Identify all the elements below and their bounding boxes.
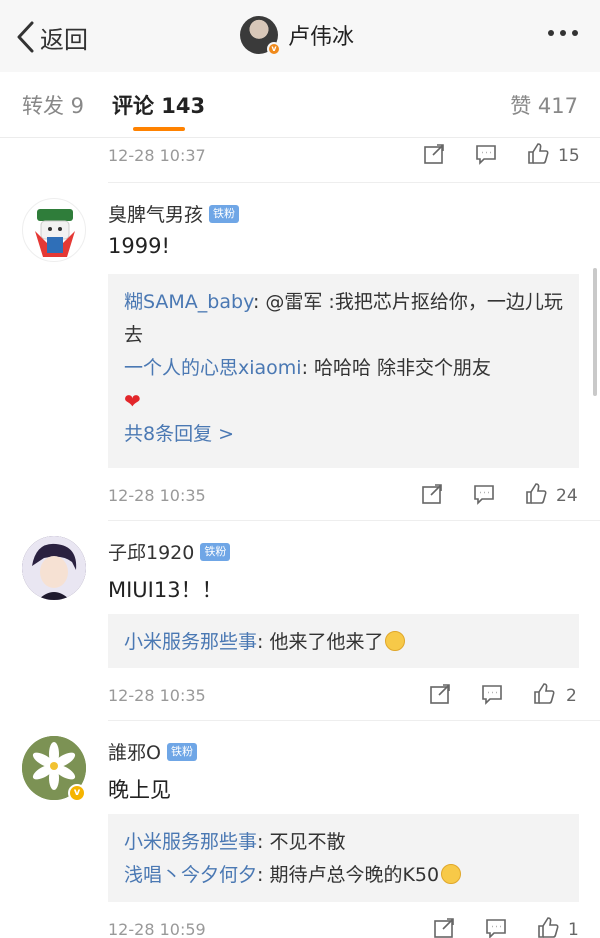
- reply-thread[interactable]: 糊SAMA_baby: @雷军 :我把芯片抠给你，一边儿玩去 一个人的心思xia…: [108, 274, 579, 468]
- reply-button[interactable]: [484, 916, 508, 938]
- top-nav-bar: 返回 v 卢伟冰: [0, 0, 600, 72]
- mitu-avatar-image: [35, 209, 75, 257]
- more-replies-link[interactable]: 共8条回复 >: [124, 418, 563, 451]
- active-tab-indicator: [133, 127, 185, 131]
- like-button[interactable]: [526, 142, 550, 170]
- reply-button[interactable]: [480, 682, 504, 710]
- scrollbar[interactable]: [593, 268, 597, 396]
- comment-text: MIUI13！！: [108, 578, 223, 602]
- username-text: 誰邪O: [108, 742, 161, 764]
- like-count: 15: [558, 146, 580, 166]
- reply-item[interactable]: 一个人的心思xiaomi: 哈哈哈 除非交个朋友: [124, 352, 563, 385]
- reply-text: : 期待卢总今晚的K50: [257, 864, 440, 886]
- comment-username[interactable]: 臭脾气男孩 铁粉: [108, 200, 240, 227]
- comment-meta-row: 12-28 10:59 1: [0, 912, 600, 938]
- reply-author[interactable]: 浅唱丶今夕何夕: [124, 864, 257, 886]
- share-icon: [430, 684, 450, 704]
- comment-username[interactable]: 子邱1920 铁粉: [108, 538, 231, 565]
- comment-timestamp: 12-28 10:35: [108, 486, 206, 505]
- comment-meta-row: 12-28 10:37 15: [0, 138, 600, 182]
- more-dots-icon: [572, 30, 578, 36]
- comment-icon: [486, 919, 506, 938]
- reply-text: : 不见不散: [257, 831, 346, 853]
- divider: [108, 520, 600, 521]
- comment-text: 晚上见: [108, 778, 171, 802]
- reply-thread[interactable]: 小米服务那些事: 他来了他来了: [108, 614, 579, 668]
- like-count: 1: [568, 920, 579, 938]
- share-icon: [422, 484, 442, 504]
- comment-icon: [474, 485, 494, 505]
- reply-author[interactable]: 小米服务那些事: [124, 631, 257, 653]
- comment-timestamp: 12-28 10:59: [108, 920, 206, 938]
- back-label: 返回: [40, 25, 88, 54]
- username-text: 臭脾气男孩: [108, 204, 204, 226]
- comment-timestamp: 12-28 10:37: [108, 146, 206, 165]
- tab-bar: 转发 9 评论 143 赞 417: [0, 72, 600, 138]
- tab-comments[interactable]: 评论 143: [112, 90, 205, 120]
- comment-meta-row: 12-28 10:35 2: [0, 678, 600, 722]
- more-dots-icon: [548, 30, 554, 36]
- share-button[interactable]: [432, 916, 456, 938]
- verified-icon: v: [267, 42, 281, 56]
- doge-emoji-icon: [441, 864, 462, 884]
- reply-button[interactable]: [474, 142, 498, 170]
- heart-icon: ❤: [124, 389, 141, 413]
- like-count: 2: [566, 686, 577, 706]
- share-icon: [434, 918, 454, 938]
- fan-badge: 铁粉: [166, 742, 197, 761]
- avatar[interactable]: [22, 536, 86, 600]
- reply-item[interactable]: 小米服务那些事: 不见不散: [124, 826, 563, 859]
- reply-button[interactable]: [472, 482, 496, 510]
- reply-item[interactable]: 糊SAMA_baby: @雷军 :我把芯片抠给你，一边儿玩去: [124, 286, 563, 352]
- comment-username[interactable]: 誰邪O 铁粉: [108, 738, 197, 765]
- share-button[interactable]: [420, 482, 444, 510]
- verified-icon: v: [68, 784, 86, 802]
- fan-badge: 铁粉: [200, 542, 231, 561]
- page-title: 卢伟冰: [288, 25, 355, 50]
- more-options-button[interactable]: [548, 30, 578, 36]
- reply-author[interactable]: 糊SAMA_baby: [124, 291, 253, 313]
- comment-feed[interactable]: 12-28 10:37 15 臭脾气男孩 铁粉 1999! 糊SAMA_baby…: [0, 138, 600, 938]
- like-count: 24: [556, 486, 578, 506]
- thumbs-up-icon: [538, 917, 559, 938]
- thumbs-up-icon: [534, 683, 555, 704]
- fan-badge: 铁粉: [209, 204, 240, 223]
- emoji-icon: [385, 631, 406, 651]
- comment-text: 1999!: [108, 234, 170, 258]
- reply-thread[interactable]: 小米服务那些事: 不见不散 浅唱丶今夕何夕: 期待卢总今晚的K50: [108, 814, 579, 902]
- reply-text: : 他来了他来了: [257, 631, 384, 653]
- comment-meta-row: 12-28 10:35 24: [0, 478, 600, 522]
- reply-text: : 哈哈哈 除非交个朋友: [301, 357, 492, 379]
- like-button[interactable]: [532, 682, 556, 710]
- share-button[interactable]: [422, 142, 446, 170]
- tab-likes[interactable]: 赞 417: [510, 90, 578, 120]
- back-button[interactable]: 返回: [14, 18, 88, 56]
- comment-icon: [476, 145, 496, 165]
- reply-author[interactable]: 一个人的心思xiaomi: [124, 357, 302, 379]
- comment-timestamp: 12-28 10:35: [108, 686, 206, 705]
- avatar[interactable]: [22, 198, 86, 262]
- divider: [108, 720, 600, 721]
- more-dots-icon: [560, 30, 566, 36]
- divider: [108, 182, 600, 183]
- reply-author[interactable]: 小米服务那些事: [124, 831, 257, 853]
- anime-avatar-image: [22, 536, 86, 600]
- thumbs-up-icon: [528, 143, 549, 164]
- comment-icon: [482, 685, 502, 705]
- reply-item[interactable]: 浅唱丶今夕何夕: 期待卢总今晚的K50: [124, 859, 563, 892]
- thumbs-up-icon: [526, 483, 547, 504]
- like-button[interactable]: [536, 916, 560, 938]
- tab-repost[interactable]: 转发 9: [22, 90, 84, 120]
- username-text: 子邱1920: [108, 542, 195, 564]
- reply-item[interactable]: 小米服务那些事: 他来了他来了: [124, 626, 563, 659]
- share-button[interactable]: [428, 682, 452, 710]
- back-chevron-icon: [17, 21, 34, 53]
- avatar[interactable]: v: [240, 16, 281, 56]
- like-button[interactable]: [524, 482, 548, 510]
- profile-header[interactable]: v 卢伟冰: [240, 16, 355, 56]
- share-icon: [424, 144, 444, 164]
